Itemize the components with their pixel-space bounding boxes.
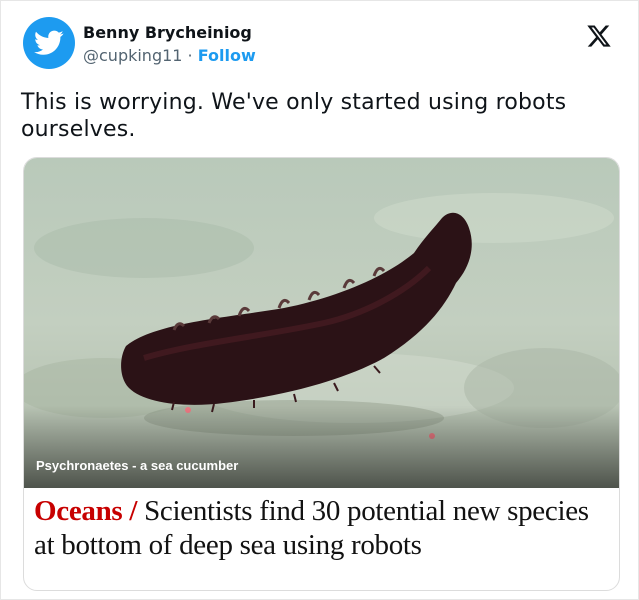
avatar[interactable]	[23, 17, 75, 69]
follow-button[interactable]: Follow	[198, 46, 256, 65]
handle-line: @cupking11 · Follow	[83, 44, 256, 68]
x-logo-icon[interactable]	[586, 23, 612, 49]
headline-slash: /	[122, 495, 145, 527]
handle[interactable]: @cupking11	[83, 46, 182, 65]
tweet-text: This is worrying. We've only started usi…	[21, 90, 567, 142]
article-headline[interactable]: Oceans / Scientists find 30 potential ne…	[34, 494, 609, 562]
twitter-bird-icon	[34, 30, 64, 55]
image-caption: Psychronaetes - a sea cucumber	[36, 458, 239, 473]
tweet-header: Benny Brycheiniog @cupking11 · Follow	[23, 15, 618, 71]
display-name[interactable]: Benny Brycheiniog	[83, 23, 256, 43]
tweet-card: Benny Brycheiniog @cupking11 · Follow Th…	[0, 0, 639, 600]
author-names: Benny Brycheiniog @cupking11 · Follow	[83, 23, 256, 68]
headline-kicker: Oceans	[34, 495, 123, 527]
sea-cucumber-photo	[24, 158, 619, 488]
separator: ·	[182, 46, 198, 65]
media-card[interactable]: Psychronaetes - a sea cucumber Oceans / …	[23, 157, 620, 591]
